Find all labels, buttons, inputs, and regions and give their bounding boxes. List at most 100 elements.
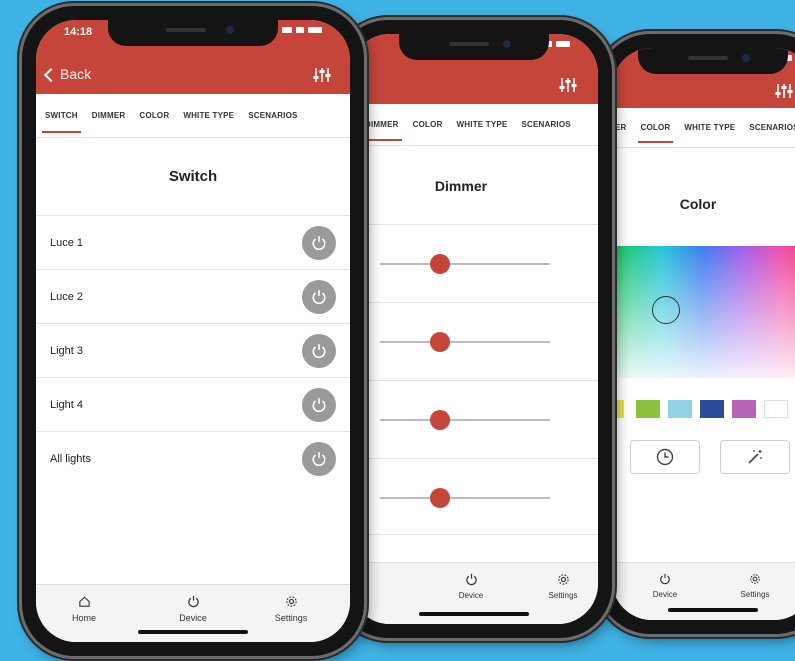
dimmer-slider-handle[interactable] bbox=[430, 488, 451, 508]
tab-dimmer[interactable]: DIMMER bbox=[358, 104, 406, 145]
status-time: 14:18 bbox=[64, 26, 93, 38]
power-icon bbox=[312, 289, 326, 304]
dimmer-slider-track[interactable] bbox=[380, 263, 550, 265]
dimmer-slider-handle[interactable] bbox=[430, 254, 451, 274]
power-toggle-button[interactable] bbox=[302, 279, 336, 314]
swatch-white[interactable] bbox=[764, 400, 788, 418]
dimmer-row bbox=[350, 224, 598, 302]
tab-scenarios[interactable]: SCENARIOS bbox=[514, 104, 577, 145]
power-toggle-button[interactable] bbox=[302, 441, 336, 476]
light-row-luce-2: Luce 2 bbox=[36, 269, 350, 323]
gear-icon bbox=[750, 574, 760, 584]
sliders-icon[interactable] bbox=[558, 76, 578, 94]
power-icon bbox=[312, 235, 326, 250]
power-toggle-button[interactable] bbox=[302, 225, 336, 260]
color-picker-area[interactable] bbox=[612, 246, 795, 378]
phone-notch bbox=[638, 48, 788, 74]
swatch-yellow[interactable] bbox=[612, 400, 624, 418]
magic-button[interactable] bbox=[720, 440, 790, 474]
power-icon bbox=[660, 573, 670, 585]
nav-home[interactable]: Home bbox=[49, 595, 119, 623]
page-title: Dimmer bbox=[434, 178, 488, 194]
nav-device[interactable]: Device bbox=[436, 573, 506, 600]
nav-device-label: Device bbox=[652, 590, 678, 599]
swatch-light-blue[interactable] bbox=[668, 400, 692, 418]
swatch-navy[interactable] bbox=[700, 400, 724, 418]
chevron-left-icon bbox=[43, 67, 59, 82]
nav-home-label: Home bbox=[71, 613, 96, 623]
dimmer-slider-handle[interactable] bbox=[430, 332, 451, 352]
power-toggle-button[interactable] bbox=[302, 333, 336, 368]
tab-dimmer[interactable]: DIMMER bbox=[85, 94, 133, 137]
back-button[interactable]: Back bbox=[43, 66, 92, 82]
nav-settings-label: Settings bbox=[274, 613, 308, 623]
tab-bar: DIMMER COLOR WHITE TYPE SCENARIOS bbox=[350, 104, 598, 146]
back-label: Back bbox=[60, 66, 92, 82]
tab-color[interactable]: COLOR bbox=[634, 108, 678, 147]
timer-button[interactable] bbox=[630, 440, 700, 474]
clock-icon bbox=[656, 448, 674, 466]
phone-dimmer: DIMMER COLOR WHITE TYPE SCENARIOS Dimmer… bbox=[336, 20, 612, 638]
nav-device-label: Device bbox=[179, 613, 207, 623]
nav-settings-label: Settings bbox=[740, 590, 770, 599]
tab-scenarios[interactable]: SCENARIOS bbox=[241, 94, 304, 137]
phone-notch bbox=[108, 20, 278, 46]
home-indicator bbox=[419, 612, 529, 616]
status-icons bbox=[282, 27, 322, 33]
nav-device[interactable]: Device bbox=[158, 595, 228, 623]
magic-wand-icon bbox=[748, 450, 762, 464]
tab-switch[interactable]: SWITCH bbox=[38, 94, 85, 137]
light-name: Luce 1 bbox=[50, 236, 84, 249]
nav-device-label: Device bbox=[458, 591, 484, 600]
power-icon bbox=[312, 397, 326, 412]
nav-settings[interactable]: Settings bbox=[256, 595, 326, 623]
light-row-light-3: Light 3 bbox=[36, 323, 350, 377]
dimmer-row bbox=[350, 380, 598, 458]
nav-settings-label: Settings bbox=[548, 591, 578, 600]
gear-icon bbox=[285, 596, 297, 607]
bottom-nav: Home Device Settings bbox=[36, 584, 350, 642]
phone-notch bbox=[399, 34, 549, 60]
nav-settings[interactable]: Settings bbox=[528, 573, 598, 600]
light-name: Light 3 bbox=[50, 344, 84, 357]
nav-settings[interactable]: Settings bbox=[720, 573, 790, 599]
light-name: Light 4 bbox=[50, 398, 84, 411]
swatch-green[interactable] bbox=[636, 400, 660, 418]
home-icon bbox=[78, 596, 90, 607]
tab-color[interactable]: COLOR bbox=[132, 94, 176, 137]
tab-white-type[interactable]: WHITE TYPE bbox=[677, 108, 742, 147]
tab-white-type[interactable]: WHITE TYPE bbox=[176, 94, 241, 137]
dimmer-slider-track[interactable] bbox=[380, 419, 550, 421]
light-row-luce-1: Luce 1 bbox=[36, 215, 350, 269]
light-row-light-4: Light 4 bbox=[36, 377, 350, 431]
phone-color-screen: ER COLOR WHITE TYPE SCENARIOS Color Devi… bbox=[612, 48, 795, 620]
nav-device[interactable]: Device bbox=[630, 573, 700, 599]
tab-dimmer[interactable]: ER bbox=[612, 108, 634, 147]
phone-color: ER COLOR WHITE TYPE SCENARIOS Color Devi… bbox=[598, 34, 795, 634]
bottom-nav: Device Settings bbox=[612, 562, 795, 620]
power-icon bbox=[187, 595, 199, 608]
power-icon bbox=[465, 573, 477, 586]
dimmer-slider-handle[interactable] bbox=[430, 410, 451, 430]
sliders-icon[interactable] bbox=[312, 66, 332, 84]
phone-switch: 14:18 Back SWITCH DIMMER COLOR WHITE TYP… bbox=[22, 6, 364, 656]
sliders-icon[interactable] bbox=[774, 82, 794, 100]
swatch-purple[interactable] bbox=[732, 400, 756, 418]
bottom-nav: Device Settings bbox=[350, 562, 598, 624]
dimmer-row bbox=[350, 458, 598, 536]
power-icon bbox=[312, 343, 326, 358]
power-toggle-button[interactable] bbox=[302, 387, 336, 422]
home-indicator bbox=[668, 608, 758, 612]
tab-white-type[interactable]: WHITE TYPE bbox=[450, 104, 515, 145]
dimmer-slider-track[interactable] bbox=[380, 497, 550, 499]
gear-icon bbox=[557, 574, 569, 585]
phone-dimmer-screen: DIMMER COLOR WHITE TYPE SCENARIOS Dimmer… bbox=[350, 34, 598, 624]
page-title: Switch bbox=[168, 168, 218, 185]
tab-scenarios[interactable]: SCENARIOS bbox=[742, 108, 795, 147]
phone-switch-screen: 14:18 Back SWITCH DIMMER COLOR WHITE TYP… bbox=[36, 20, 350, 642]
tab-bar: SWITCH DIMMER COLOR WHITE TYPE SCENARIOS bbox=[36, 94, 350, 138]
color-picker-handle[interactable] bbox=[652, 296, 680, 324]
tab-color[interactable]: COLOR bbox=[406, 104, 450, 145]
light-row-all-lights: All lights bbox=[36, 431, 350, 485]
dimmer-slider-track[interactable] bbox=[380, 341, 550, 343]
